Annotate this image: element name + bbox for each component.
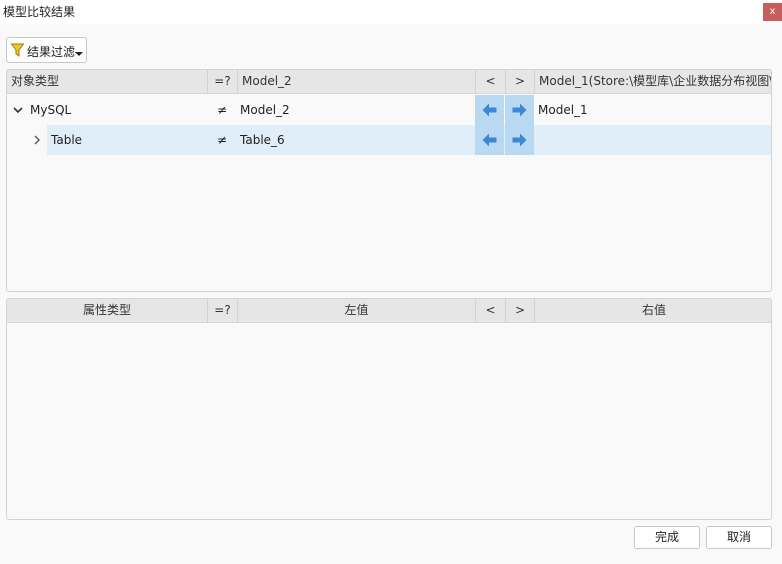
result-filter-label: 结果过滤 [27,45,76,59]
col-right-model[interactable]: Model_1(Store:\模型库\企业数据分布视图\ [534,70,771,94]
col-copy-right[interactable]: > [505,70,534,94]
close-button[interactable]: x [763,3,782,21]
row-equal-mark: ≠ [216,133,228,147]
funnel-icon [11,43,24,57]
arrow-right-icon [512,133,527,147]
row-object-name: MySQL [30,103,72,117]
property-table-header: 属性类型 =? 左值 < > 右值 [7,299,771,323]
copy-to-right-button[interactable] [505,125,534,155]
col-equal[interactable]: =? [207,299,237,323]
col-right-value[interactable]: 右值 [534,299,771,323]
copy-to-left-button[interactable] [475,95,504,125]
row-right-value: Model_1 [538,103,588,117]
row-left-value: Model_2 [240,103,290,117]
row-right-value [538,125,771,155]
chevron-right-icon[interactable] [30,125,44,155]
arrow-left-icon [482,103,497,117]
compare-table-header: 对象类型 =? Model_2 < > Model_1(Store:\模型库\企… [7,70,771,94]
property-table: 属性类型 =? 左值 < > 右值 [6,298,772,520]
col-copy-left[interactable]: < [475,70,505,94]
copy-to-left-button[interactable] [475,125,504,155]
col-copy-right[interactable]: > [505,299,534,323]
col-left-model[interactable]: Model_2 [237,70,475,94]
table-row[interactable]: Table ≠ Table_6 [7,125,771,155]
copy-to-right-button[interactable] [505,95,534,125]
cancel-button[interactable]: 取消 [706,526,772,549]
caret-down-icon [75,52,83,56]
table-row[interactable]: MySQL ≠ Model_2 Model_1 [7,95,771,125]
row-object-name: Table [51,133,83,147]
chevron-down-icon[interactable] [11,95,25,125]
col-copy-left[interactable]: < [475,299,505,323]
compare-results-dialog: 模型比较结果 x 结果过滤 对象类型 =? Model_2 < > Model_… [0,0,782,564]
result-filter-button[interactable]: 结果过滤 [6,37,87,63]
col-object-type[interactable]: 对象类型 [11,70,207,94]
title-bar: 模型比较结果 x [0,0,782,24]
col-equal[interactable]: =? [207,70,237,94]
finish-button[interactable]: 完成 [634,526,700,549]
row-left-value: Table_6 [240,133,285,147]
row-equal-mark: ≠ [216,103,228,117]
col-property-type[interactable]: 属性类型 [7,299,207,323]
arrow-right-icon [512,103,527,117]
window-title: 模型比较结果 [3,5,76,19]
col-left-value[interactable]: 左值 [237,299,475,323]
arrow-left-icon [482,133,497,147]
compare-table: 对象类型 =? Model_2 < > Model_1(Store:\模型库\企… [6,69,772,292]
